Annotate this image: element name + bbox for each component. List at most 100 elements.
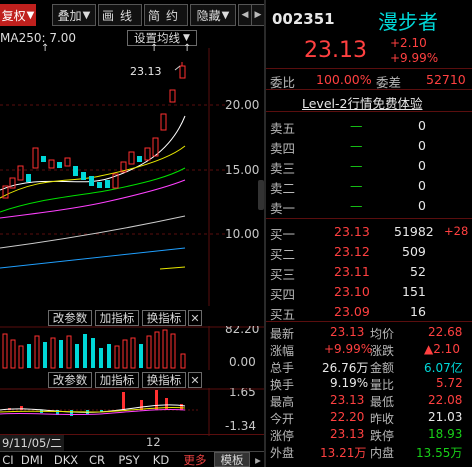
quote-value: 22.68	[428, 325, 463, 339]
quote-label: 外盘	[270, 446, 295, 460]
ma250-line	[159, 266, 186, 270]
add-indicator-label: 加指标	[99, 311, 135, 325]
quote-value: 23.13	[330, 427, 365, 441]
tab-kd[interactable]: KD	[150, 452, 172, 467]
switch-indicator-button[interactable]: 换指标	[142, 310, 186, 326]
buy-label: 买二	[270, 247, 296, 262]
level2-link[interactable]: Level-2行情免费体验	[302, 93, 422, 112]
quote-panel: 002351 漫步者 23.13 +2.10 +9.99% 委比 100.00%…	[266, 0, 472, 467]
fuquan-label: 复权	[1, 8, 26, 23]
buy-volume: 52	[410, 264, 426, 279]
tab-label: DMI	[20, 452, 44, 467]
yincang-button[interactable]: 隐藏 ▼	[190, 4, 236, 26]
stock-app: 复权 ▼ 叠加 ▼ 画线 简约 隐藏 ▼ ◀ ▶ MA250: 7.00 设置均线 ▼ …	[0, 0, 472, 467]
tab-dkx[interactable]: DKX	[52, 452, 80, 467]
change-params-button[interactable]: 改参数	[48, 310, 92, 326]
buy-price: 23.12	[334, 244, 370, 259]
quote-row: 外盘 13.21万 内盘 13.55万	[266, 444, 472, 460]
add-indicator-label: 加指标	[99, 373, 135, 387]
switch-indicator-button[interactable]: 换指标	[142, 372, 186, 388]
quote-value: 9.19%	[330, 376, 369, 390]
ma250-label: MA250: 7.00	[0, 31, 77, 45]
quote-value: +9.99%	[324, 342, 373, 356]
buy-label: 买一	[270, 227, 296, 242]
jianyue-button[interactable]: 简约	[144, 4, 188, 26]
tab-cr[interactable]: CR	[86, 452, 108, 467]
add-indicator-button[interactable]: 加指标	[95, 372, 139, 388]
sell-row: 卖二 — 0	[266, 176, 472, 196]
scroll-right-button[interactable]: ▶	[251, 4, 265, 26]
sell-price: —	[350, 138, 363, 153]
price-tick: 20.00	[225, 98, 259, 112]
quote-value: 18.93	[428, 427, 463, 441]
divider	[266, 218, 472, 219]
chevron-down-icon: ▼	[183, 33, 190, 43]
volume-bars	[2, 329, 186, 369]
buy-price: 23.13	[334, 224, 370, 239]
quote-label: 金额	[370, 361, 395, 375]
tab-label: DKX	[53, 452, 79, 467]
quote-label: 涨停	[270, 429, 295, 443]
quote-row: 最高 23.13 最低 22.08	[266, 393, 472, 409]
tab-dmi[interactable]: DMI	[18, 452, 46, 467]
tab-label: CR	[88, 452, 106, 467]
tab-more[interactable]: 更多	[180, 452, 210, 467]
buy-delta: +28	[444, 224, 469, 238]
quote-row: 总手 26.76万 金额 6.07亿	[266, 359, 472, 375]
change-params-button[interactable]: 改参数	[48, 372, 92, 388]
fuquan-button[interactable]: 复权 ▼	[0, 4, 36, 26]
quote-label: 总手	[270, 361, 295, 375]
sell-label: 卖四	[270, 141, 296, 156]
ma-line-blue	[0, 247, 186, 269]
high-price-label: 23.13	[130, 65, 162, 78]
quote-row: 最新 23.13 均价 22.68	[266, 325, 472, 341]
huaxian-button[interactable]: 画线	[98, 4, 142, 26]
quote-value: 23.13	[330, 325, 365, 339]
change-params-label: 改参数	[52, 311, 88, 325]
tab-label: 更多	[183, 452, 207, 467]
quote-row: 涨幅 +9.99% 涨跌 ▲2.10	[266, 342, 472, 358]
sell-price: —	[350, 118, 363, 133]
switch-indicator-label: 换指标	[146, 373, 182, 387]
scroll-left-button[interactable]: ◀	[238, 4, 252, 26]
add-indicator-button[interactable]: 加指标	[95, 310, 139, 326]
buy-volume: 16	[410, 304, 426, 319]
close-indicator-button[interactable]: ✕	[188, 310, 202, 326]
buy-label: 买四	[270, 287, 296, 302]
quote-value: 5.72	[436, 376, 463, 390]
sell-volume: 0	[418, 198, 426, 213]
yincang-label: 隐藏	[196, 8, 221, 23]
quote-label: 最高	[270, 395, 295, 409]
stock-code: 002351	[272, 10, 335, 28]
volume-tick: 0.00	[229, 355, 256, 369]
chevron-down-icon: ▼	[221, 9, 230, 21]
ma-line-gray	[0, 215, 186, 249]
quote-value: 21.03	[428, 410, 463, 424]
weicha-value: 52710	[426, 72, 466, 87]
buy-row: 买三 23.11 52	[266, 262, 472, 282]
sell-row: 卖三 — 0	[266, 156, 472, 176]
divider	[266, 321, 472, 322]
change-params-label: 改参数	[52, 373, 88, 387]
tab-template[interactable]: 模板	[214, 452, 250, 467]
sell-row: 卖四 — 0	[266, 136, 472, 156]
tab-scroll-right[interactable]: ▸	[252, 452, 264, 467]
quote-label: 昨收	[370, 412, 395, 426]
switch-indicator-label: 换指标	[146, 311, 182, 325]
quote-value: ▲2.10	[424, 342, 460, 356]
stock-change-pct: +9.99%	[390, 51, 439, 65]
tab-ci[interactable]: CI	[0, 452, 16, 467]
tab-label: PSY	[118, 452, 140, 467]
sell-volume: 0	[418, 138, 426, 153]
quote-label: 跌停	[370, 429, 395, 443]
buy-row: 买二 23.12 509	[266, 242, 472, 262]
diejia-button[interactable]: 叠加 ▼	[52, 4, 96, 26]
candles	[2, 62, 186, 199]
sell-row: 卖一 — 0	[266, 196, 472, 216]
buy-price: 23.09	[334, 304, 370, 319]
volume-tick: 82.20	[225, 326, 259, 336]
close-indicator-button[interactable]: ✕	[188, 372, 202, 388]
sell-price: —	[350, 158, 363, 173]
tab-psy[interactable]: PSY	[114, 452, 144, 467]
sell-label: 卖五	[270, 121, 296, 136]
